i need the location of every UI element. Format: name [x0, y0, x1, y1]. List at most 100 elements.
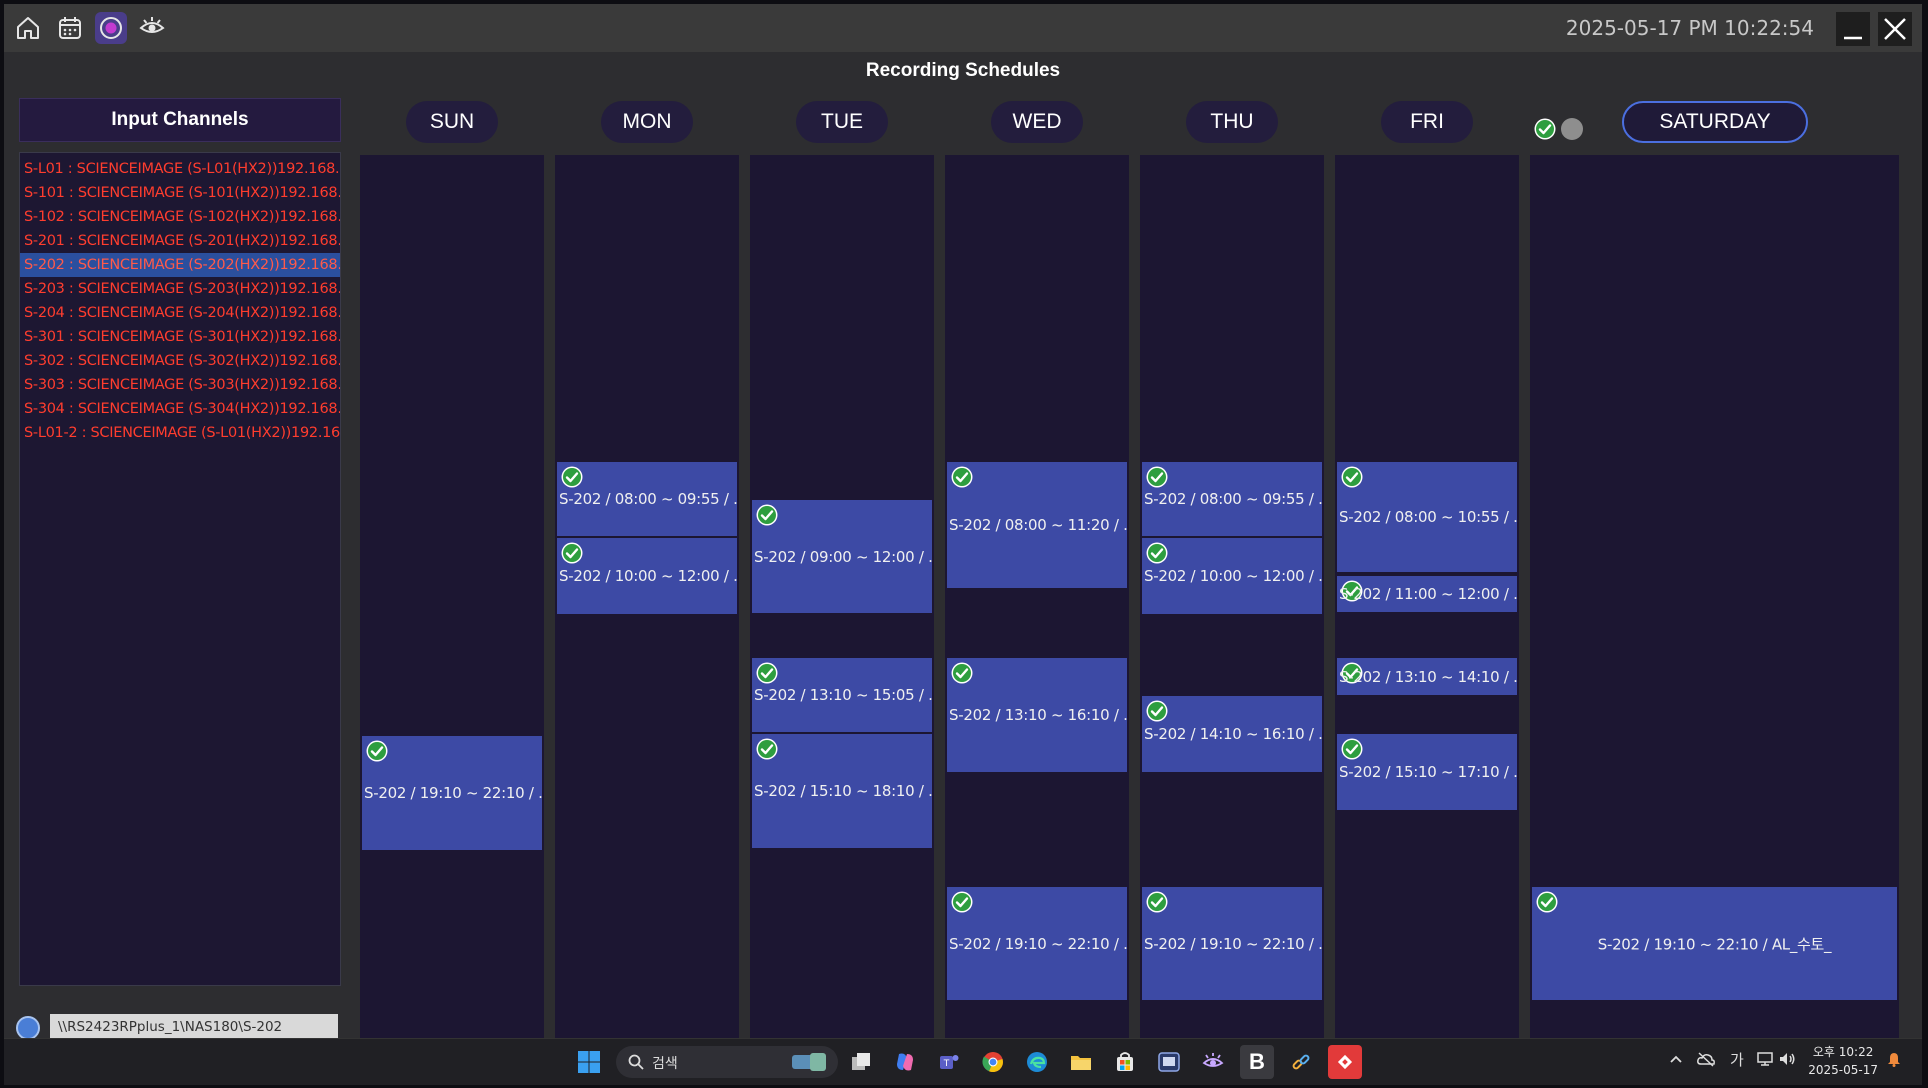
check-icon[interactable] — [366, 740, 388, 762]
schedule-block[interactable]: S-202 / 10:00 ~ 12:00 / ... — [1142, 538, 1322, 614]
channel-item[interactable]: S-201 : SCIENCEIMAGE (S-201(HX2))192.168… — [20, 229, 340, 253]
store-icon[interactable] — [1108, 1045, 1142, 1079]
day-button-thu[interactable]: THU — [1186, 101, 1278, 143]
link-app-icon[interactable] — [1284, 1045, 1318, 1079]
schedule-column-sat[interactable]: S-202 / 19:10 ~ 22:10 / AL_수토_ — [1530, 155, 1899, 1039]
network-icon[interactable] — [1756, 1051, 1774, 1071]
schedule-block[interactable]: S-202 / 19:10 ~ 22:10 / AL_수토_ — [1532, 887, 1897, 1000]
schedule-block[interactable]: S-202 / 08:00 ~ 09:55 / ... — [557, 462, 737, 536]
schedule-block[interactable]: S-202 / 14:10 ~ 16:10 / ... — [1142, 696, 1322, 772]
disabled-toggle-dot[interactable] — [1561, 118, 1583, 140]
day-button-sun[interactable]: SUN — [406, 101, 498, 143]
check-icon[interactable] — [561, 466, 583, 488]
cloud-offline-icon[interactable] — [1696, 1051, 1716, 1071]
eye-icon[interactable] — [136, 12, 168, 44]
copilot-icon[interactable] — [888, 1045, 922, 1079]
check-icon[interactable] — [1146, 891, 1168, 913]
schedule-block[interactable]: S-202 / 19:10 ~ 22:10 / ... — [362, 736, 542, 850]
schedule-block[interactable]: S-202 / 08:00 ~ 09:55 / ... — [1142, 462, 1322, 536]
channel-list[interactable]: S-L01 : SCIENCEIMAGE (S-L01(HX2))192.168… — [19, 152, 341, 986]
schedule-block[interactable]: S-202 / 08:00 ~ 10:55 / ... — [1337, 462, 1517, 572]
check-icon[interactable] — [951, 662, 973, 684]
ime-indicator[interactable]: 가 — [1730, 1049, 1744, 1070]
scheduler-app-icon[interactable] — [1196, 1045, 1230, 1079]
channel-item[interactable]: S-303 : SCIENCEIMAGE (S-303(HX2))192.168… — [20, 373, 340, 397]
channel-item[interactable]: S-L01 : SCIENCEIMAGE (S-L01(HX2))192.168… — [20, 157, 340, 181]
monitor-app-icon[interactable] — [1152, 1045, 1186, 1079]
schedule-column-mon[interactable]: S-202 / 08:00 ~ 09:55 / ... S-202 / 10:00… — [555, 155, 739, 1039]
day-button-tue[interactable]: TUE — [796, 101, 888, 143]
schedule-label: S-202 / 08:00 ~ 11:20 / ... — [949, 516, 1127, 534]
schedule-block[interactable]: S-202 / 11:00 ~ 12:00 / ... — [1337, 576, 1517, 612]
channel-item[interactable]: S-204 : SCIENCEIMAGE (S-204(HX2))192.168… — [20, 301, 340, 325]
schedule-block[interactable]: S-202 / 15:10 ~ 18:10 / ... — [752, 734, 932, 848]
anydesk-icon[interactable] — [1328, 1045, 1362, 1079]
check-icon[interactable] — [1341, 466, 1363, 488]
channel-item[interactable]: S-202 : SCIENCEIMAGE (S-202(HX2))192.168… — [20, 253, 340, 277]
schedule-label: S-202 / 09:00 ~ 12:00 / ... — [754, 547, 932, 566]
notification-bell-icon[interactable] — [1886, 1051, 1902, 1071]
tray-chevron-up-icon[interactable] — [1668, 1051, 1684, 1071]
schedule-column-tue[interactable]: S-202 / 09:00 ~ 12:00 / ... S-202 / 13:10… — [750, 155, 934, 1039]
volume-icon[interactable] — [1778, 1051, 1796, 1071]
schedule-column-sun[interactable]: S-202 / 19:10 ~ 22:10 / ... — [360, 155, 544, 1039]
check-icon[interactable] — [756, 662, 778, 684]
channel-item[interactable]: S-304 : SCIENCEIMAGE (S-304(HX2))192.168… — [20, 397, 340, 421]
day-button-sat[interactable]: SATURDAY — [1622, 101, 1808, 143]
channel-item[interactable]: S-L01-2 : SCIENCEIMAGE (S-L01(HX2))192.1… — [20, 421, 340, 445]
schedule-block[interactable]: S-202 / 19:10 ~ 22:10 / ... — [1142, 887, 1322, 1000]
check-icon[interactable] — [1146, 542, 1168, 564]
enabled-check-icon[interactable] — [1534, 118, 1556, 140]
check-icon[interactable] — [1536, 891, 1558, 913]
day-button-fri[interactable]: FRI — [1381, 101, 1473, 143]
taskbar-clock[interactable]: 오후 10:22 2025-05-17 — [1808, 1043, 1878, 1079]
check-icon[interactable] — [1146, 700, 1168, 722]
chrome-icon[interactable] — [976, 1045, 1010, 1079]
channel-item[interactable]: S-203 : SCIENCEIMAGE (S-203(HX2))192.168… — [20, 277, 340, 301]
title-bar: 2025-05-17 PM 10:22:54 — [4, 4, 1922, 52]
schedule-column-fri[interactable]: S-202 / 08:00 ~ 10:55 / ... S-202 / 11:00… — [1335, 155, 1519, 1039]
minimize-button[interactable] — [1836, 12, 1870, 46]
close-button[interactable] — [1878, 12, 1912, 46]
app-window: 2025-05-17 PM 10:22:54 Recording Schedul… — [4, 4, 1922, 1040]
record-icon[interactable] — [95, 12, 127, 44]
task-view-icon[interactable] — [844, 1045, 878, 1079]
home-icon[interactable] — [12, 12, 44, 44]
edge-icon[interactable] — [1020, 1045, 1054, 1079]
check-icon[interactable] — [951, 891, 973, 913]
schedule-block[interactable]: S-202 / 19:10 ~ 22:10 / ... — [947, 887, 1127, 1000]
schedule-block[interactable]: S-202 / 15:10 ~ 17:10 / ... — [1337, 734, 1517, 810]
input-channels-header: Input Channels — [19, 98, 341, 142]
schedule-block[interactable]: S-202 / 10:00 ~ 12:00 / ... — [557, 538, 737, 614]
schedule-block[interactable]: S-202 / 13:10 ~ 15:05 / ... — [752, 658, 932, 732]
channel-item[interactable]: S-101 : SCIENCEIMAGE (S-101(HX2))192.168… — [20, 181, 340, 205]
folder-icon[interactable] — [16, 1016, 40, 1040]
windows-start-icon[interactable] — [572, 1045, 606, 1079]
calendar-icon[interactable] — [54, 12, 86, 44]
check-icon[interactable] — [951, 466, 973, 488]
check-icon[interactable] — [561, 542, 583, 564]
check-icon[interactable] — [1341, 738, 1363, 760]
day-button-mon[interactable]: MON — [601, 101, 693, 143]
channel-item[interactable]: S-302 : SCIENCEIMAGE (S-302(HX2))192.168… — [20, 349, 340, 373]
schedule-block[interactable]: S-202 / 09:00 ~ 12:00 / ... — [752, 500, 932, 613]
schedule-block[interactable]: S-202 / 13:10 ~ 14:10 / ... — [1337, 658, 1517, 695]
check-icon[interactable] — [756, 504, 778, 526]
storage-path-field[interactable]: \\RS2423RPplus_1\NAS180\S-202 — [50, 1014, 338, 1040]
channel-item[interactable]: S-102 : SCIENCEIMAGE (S-102(HX2))192.168… — [20, 205, 340, 229]
day-button-wed[interactable]: WED — [991, 101, 1083, 143]
schedule-label: S-202 / 10:00 ~ 12:00 / ... — [559, 567, 737, 585]
file-explorer-icon[interactable] — [1064, 1045, 1098, 1079]
b-app-icon[interactable]: B — [1240, 1045, 1274, 1079]
schedule-label: S-202 / 19:10 ~ 22:10 / ... — [949, 934, 1127, 953]
schedule-column-wed[interactable]: S-202 / 08:00 ~ 11:20 / ... S-202 / 13:10… — [945, 155, 1129, 1039]
check-icon[interactable] — [756, 738, 778, 760]
teams-icon[interactable]: T — [932, 1045, 966, 1079]
schedule-column-thu[interactable]: S-202 / 08:00 ~ 09:55 / ... S-202 / 10:00… — [1140, 155, 1324, 1039]
check-icon[interactable] — [1146, 466, 1168, 488]
schedule-block[interactable]: S-202 / 08:00 ~ 11:20 / ... — [947, 462, 1127, 588]
taskbar-search[interactable]: 검색 — [616, 1046, 838, 1078]
channel-item[interactable]: S-301 : SCIENCEIMAGE (S-301(HX2))192.168… — [20, 325, 340, 349]
schedule-block[interactable]: S-202 / 13:10 ~ 16:10 / ... — [947, 658, 1127, 772]
taskbar-time: 오후 10:22 — [1812, 1045, 1874, 1059]
